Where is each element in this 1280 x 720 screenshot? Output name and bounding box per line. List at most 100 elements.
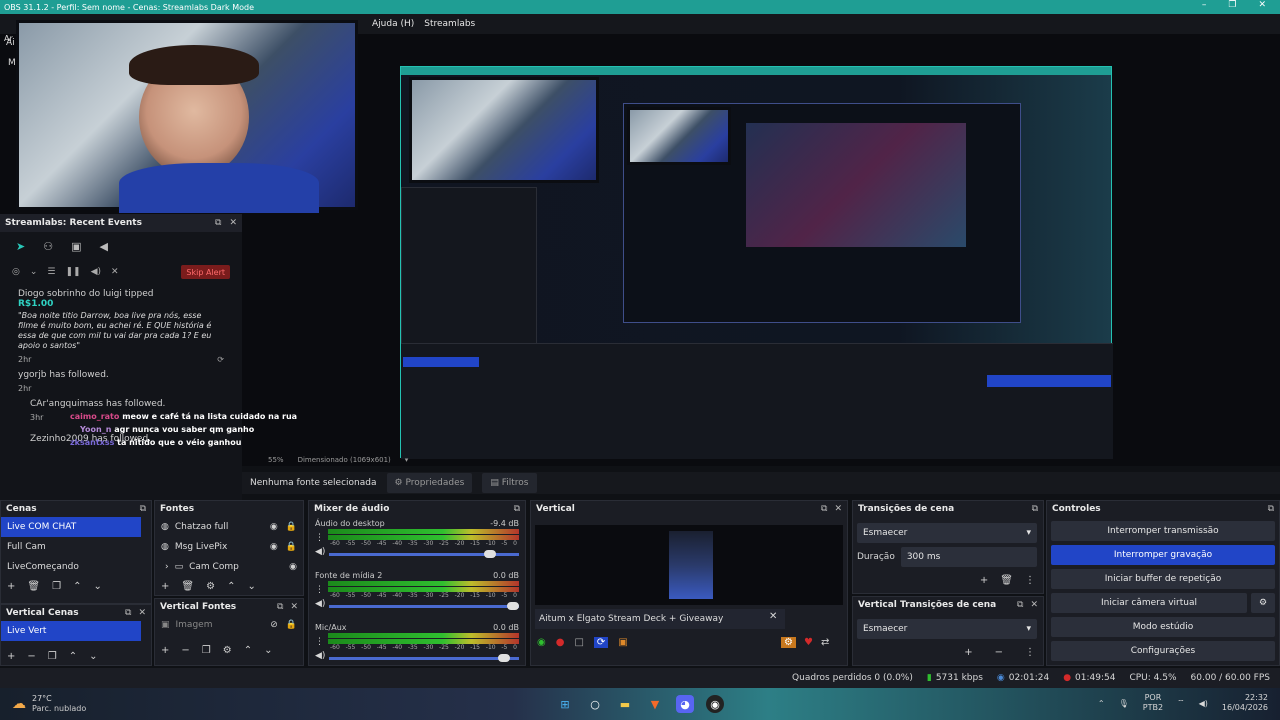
arrow-down-icon[interactable]: ⌄ [247,581,255,592]
language-indicator[interactable]: POR PTB2 [1143,693,1163,713]
stream-icon[interactable]: ◉ [537,637,546,648]
search-icon[interactable]: ○ [586,695,604,713]
chevron-down-icon[interactable]: ▾ [405,456,409,464]
copy-icon[interactable]: ❐ [48,651,57,662]
brave-browser-icon[interactable]: ▼ [646,695,664,713]
add-icon[interactable]: + [161,645,169,656]
minus-icon[interactable]: − [995,647,1003,658]
filters-button[interactable]: ▤ Filtros [482,473,537,493]
undock-icon[interactable]: ⧉ [125,608,131,618]
filter-icon[interactable]: ☰ [47,267,55,277]
start-virtual-camera-button[interactable]: Iniciar câmera virtual [1051,593,1247,613]
transition-select[interactable]: Esmaecer ▾ [857,523,1037,543]
start-replay-buffer-button[interactable]: Iniciar buffer de repetição [1051,569,1275,589]
minus-icon[interactable]: − [27,651,35,662]
add-icon[interactable]: + [980,575,988,586]
stop-recording-button[interactable]: Interromper gravação [1051,545,1275,565]
scene-item[interactable]: LiveComeçando [1,557,151,577]
lock-icon[interactable]: 🔒 [286,620,297,630]
studio-mode-button[interactable]: Modo estúdio [1051,617,1275,637]
source-item[interactable]: ◍ Msg LivePix ◉ 🔒 [155,537,303,557]
close-icon[interactable]: ✕ [138,608,146,618]
trash-icon[interactable]: 🗑 [181,581,194,592]
close-icon[interactable]: ✕ [290,602,298,612]
volume-slider[interactable] [329,549,519,558]
preview-canvas[interactable]: Ar Ai M Streamlabs: Recent Events ⧉ ✕ ➤ ⚇… [0,20,1280,500]
heart-icon[interactable]: ♥ [804,637,813,648]
virtual-cam-icon[interactable]: ▣ [618,637,627,648]
discord-icon[interactable]: ◕ [676,695,694,713]
replay-buffer-icon[interactable]: ⟳ [593,637,609,648]
close-icon[interactable]: ✕ [229,218,237,228]
mic-icon[interactable]: 🎙 [1119,699,1129,708]
minus-icon[interactable]: − [181,645,189,656]
record-icon[interactable]: ● [556,637,565,648]
gear-icon[interactable]: ⚙ [781,637,796,648]
send-icon[interactable]: ➤ [16,240,25,253]
eye-icon[interactable]: ◉ [270,522,278,532]
arrow-up-icon[interactable]: ⌃ [227,581,235,592]
minimize-icon[interactable]: – [1202,0,1207,10]
arrow-up-icon[interactable]: ⌃ [69,651,77,662]
volume-icon[interactable]: ◀) [315,547,325,557]
gear-icon[interactable]: ⚙ [206,581,215,592]
weather-widget[interactable]: ☁ 27°C Parc. nublado [0,694,86,714]
replay-icon[interactable]: ⟳ [217,355,224,364]
scene-item[interactable]: Live COM CHAT [1,517,141,537]
gear-icon[interactable]: ⚙ [1251,593,1275,613]
lock-icon[interactable]: 🔒 [286,522,297,532]
vertical-preview[interactable] [535,525,843,605]
link-icon[interactable]: ⇄ [821,637,829,648]
menu-icon[interactable]: ⋮ [1025,575,1035,586]
undock-icon[interactable]: ⧉ [1017,600,1023,610]
eye-off-icon[interactable]: ⊘ [270,620,278,630]
menu-icon[interactable]: ⋮ [1025,647,1035,658]
megaphone-icon[interactable]: ◀ [100,240,108,253]
menu-icon[interactable]: ⋮ [315,637,324,647]
chevron-up-icon[interactable]: ⌃ [1098,699,1105,708]
stop-icon[interactable]: □ [574,637,583,648]
gear-icon[interactable]: ⚙ [223,645,232,656]
source-item[interactable]: ◍ Chatzao full ◉ 🔒 [155,517,303,537]
trash-icon[interactable]: 🗑 [1000,575,1013,586]
copy-icon[interactable]: ❐ [202,645,211,656]
vertical-source-item[interactable]: ▣ Imagem ⊘ 🔒 [155,615,303,635]
arrow-up-icon[interactable]: ⌃ [244,645,252,656]
duration-input[interactable]: 300 ms [900,547,1037,567]
undock-icon[interactable]: ⧉ [1032,504,1038,514]
vertical-scene-item[interactable]: Live Vert [1,621,141,641]
skip-alert-button[interactable]: Skip Alert [181,265,230,279]
close-icon[interactable]: ✕ [834,504,842,514]
properties-button[interactable]: ⚙ Propriedades [386,473,473,493]
obs-icon[interactable]: ◉ [706,695,724,713]
close-icon[interactable]: ✕ [111,267,119,277]
volume-icon[interactable]: ◀) [91,267,101,277]
menu-icon[interactable]: ⋮ [315,533,324,543]
stop-streaming-button[interactable]: Interromper transmissão [1051,521,1275,541]
menu-streamlabs[interactable]: Streamlabs [424,19,475,29]
volume-icon[interactable]: ◀) [1199,699,1208,708]
volume-slider[interactable] [329,653,519,662]
add-icon[interactable]: + [7,651,15,662]
clock[interactable]: 22:32 16/04/2026 [1222,693,1268,713]
add-icon[interactable]: + [161,581,169,592]
arrow-down-icon[interactable]: ⌄ [89,651,97,662]
volume-icon[interactable]: ◀) [315,651,325,661]
folder-icon[interactable]: ▬ [616,695,634,713]
undock-icon[interactable]: ⧉ [514,504,520,514]
arrow-down-icon[interactable]: ⌄ [93,581,101,592]
eye-icon[interactable]: ◉ [270,542,278,552]
gift-icon[interactable]: ▣ [71,240,81,253]
add-icon[interactable]: + [964,647,972,658]
users-icon[interactable]: ⚇ [43,240,53,253]
undock-icon[interactable]: ⧉ [1268,504,1274,514]
undock-icon[interactable]: ⧉ [140,504,146,514]
scene-item[interactable]: Full Cam [1,537,151,557]
arrow-up-icon[interactable]: ⌃ [73,581,81,592]
lock-icon[interactable]: 🔒 [286,542,297,552]
source-item[interactable]: › ▭ Cam Comp ◉ [155,557,303,577]
restore-icon[interactable]: ❐ [1228,0,1236,10]
undock-icon[interactable]: ⧉ [821,504,827,514]
settings-button[interactable]: Configurações [1051,641,1275,661]
close-icon[interactable]: ✕ [1030,600,1038,610]
